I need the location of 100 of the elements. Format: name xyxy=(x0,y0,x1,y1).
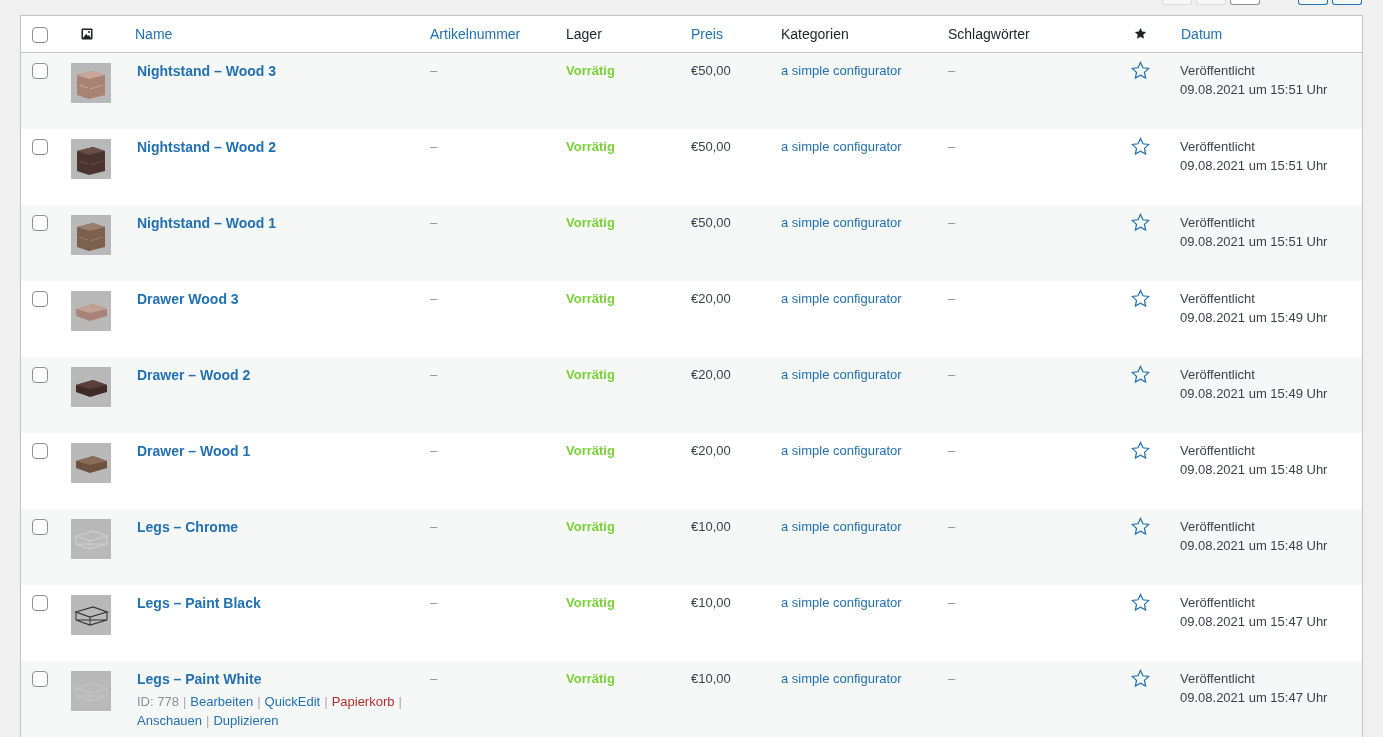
sku-text: – xyxy=(430,443,438,458)
date-text: 09.08.2021 um 15:47 Uhr xyxy=(1180,690,1329,705)
row-action-link[interactable]: Bearbeiten xyxy=(190,694,254,709)
date-text: 09.08.2021 um 15:51 Uhr xyxy=(1180,234,1329,249)
publish-status: Veröffentlicht xyxy=(1180,595,1256,610)
price-text: €50,00 xyxy=(691,215,731,230)
product-id: ID: 778 xyxy=(137,694,179,709)
pagination-button[interactable] xyxy=(1298,0,1328,5)
price-text: €10,00 xyxy=(691,595,731,610)
pagination-button[interactable] xyxy=(1230,0,1260,5)
product-name-link[interactable]: Drawer Wood 3 xyxy=(137,291,239,307)
date-text: 09.08.2021 um 15:51 Uhr xyxy=(1180,82,1329,97)
price-text: €10,00 xyxy=(691,671,731,686)
category-link[interactable]: a simple configurator xyxy=(781,291,902,306)
column-header: Kategorien xyxy=(781,26,849,42)
publish-status: Veröffentlicht xyxy=(1180,291,1256,306)
tags-text: – xyxy=(948,595,956,610)
publish-status: Veröffentlicht xyxy=(1180,671,1256,686)
publish-status: Veröffentlicht xyxy=(1180,139,1256,154)
checkbox[interactable] xyxy=(32,27,48,43)
pagination-button[interactable] xyxy=(1332,0,1362,5)
category-link[interactable]: a simple configurator xyxy=(781,595,902,610)
column-header-link[interactable]: Name xyxy=(135,26,173,42)
tags-text: – xyxy=(948,367,956,382)
checkbox[interactable] xyxy=(32,595,48,611)
star-icon[interactable] xyxy=(1130,593,1150,612)
star-icon[interactable] xyxy=(1130,213,1150,232)
tags-text: – xyxy=(948,443,956,458)
column-header-link[interactable]: Artikelnummer xyxy=(430,26,521,42)
publish-status: Veröffentlicht xyxy=(1180,519,1256,534)
category-link[interactable]: a simple configurator xyxy=(781,215,902,230)
checkbox[interactable] xyxy=(32,215,48,231)
price-text: €50,00 xyxy=(691,63,731,78)
category-link[interactable]: a simple configurator xyxy=(781,139,902,154)
star-icon[interactable] xyxy=(1130,289,1150,308)
star-icon[interactable] xyxy=(1130,517,1150,536)
checkbox[interactable] xyxy=(32,63,48,79)
product-name-link[interactable]: Legs – Chrome xyxy=(137,519,239,535)
product-name-link[interactable]: Legs – Paint White xyxy=(137,671,262,687)
product-name-link[interactable]: Nightstand – Wood 3 xyxy=(137,63,276,79)
star-icon[interactable] xyxy=(1130,365,1150,384)
category-link[interactable]: a simple configurator xyxy=(781,443,902,458)
category-link[interactable]: a simple configurator xyxy=(781,671,902,686)
checkbox[interactable] xyxy=(32,519,48,535)
stock-status: Vorrätig xyxy=(566,519,615,534)
tags-text: – xyxy=(948,63,956,78)
product-name-link[interactable]: Legs – Paint Black xyxy=(137,595,261,611)
sku-text: – xyxy=(430,519,438,534)
star-icon[interactable] xyxy=(1130,441,1150,460)
sku-text: – xyxy=(430,139,438,154)
product-name-link[interactable]: Nightstand – Wood 1 xyxy=(137,215,276,231)
date-text: 09.08.2021 um 15:48 Uhr xyxy=(1180,462,1329,477)
trash-link[interactable]: Papierkorb xyxy=(331,694,395,709)
product-name-link[interactable]: Drawer – Wood 1 xyxy=(137,443,251,459)
price-text: €20,00 xyxy=(691,443,731,458)
checkbox[interactable] xyxy=(32,443,48,459)
category-link[interactable]: a simple configurator xyxy=(781,519,902,534)
tags-text: – xyxy=(948,671,956,686)
separator: | xyxy=(206,713,210,728)
date-text: 09.08.2021 um 15:48 Uhr xyxy=(1180,538,1329,553)
separator: | xyxy=(324,694,328,709)
tags-text: – xyxy=(948,215,956,230)
column-header-link[interactable]: Preis xyxy=(691,26,723,42)
checkbox[interactable] xyxy=(32,139,48,155)
column-header-link[interactable]: Datum xyxy=(1181,26,1223,42)
price-text: €10,00 xyxy=(691,519,731,534)
publish-status: Veröffentlicht xyxy=(1180,215,1256,230)
stock-status: Vorrätig xyxy=(566,215,615,230)
publish-status: Veröffentlicht xyxy=(1180,63,1256,78)
checkbox[interactable] xyxy=(32,291,48,307)
category-link[interactable]: a simple configurator xyxy=(781,367,902,382)
star-icon[interactable] xyxy=(1130,61,1150,80)
row-action-link[interactable]: Anschauen xyxy=(137,713,203,728)
stock-status: Vorrätig xyxy=(566,291,615,306)
sku-text: – xyxy=(430,367,438,382)
checkbox[interactable] xyxy=(32,367,48,383)
tags-text: – xyxy=(948,519,956,534)
price-text: €20,00 xyxy=(691,367,731,382)
stock-status: Vorrätig xyxy=(566,139,615,154)
stock-status: Vorrätig xyxy=(566,367,615,382)
star-icon[interactable] xyxy=(1130,137,1150,156)
row-action-link[interactable]: Duplizieren xyxy=(213,713,279,728)
date-text: 09.08.2021 um 15:49 Uhr xyxy=(1180,310,1329,325)
stock-status: Vorrätig xyxy=(566,443,615,458)
checkbox[interactable] xyxy=(32,671,48,687)
star-icon[interactable] xyxy=(1130,669,1150,688)
category-link[interactable]: a simple configurator xyxy=(781,63,902,78)
featured-star-icon xyxy=(1133,27,1147,40)
separator: | xyxy=(182,694,187,709)
tags-text: – xyxy=(948,139,956,154)
date-text: 09.08.2021 um 15:49 Uhr xyxy=(1180,386,1329,401)
sku-text: – xyxy=(430,595,438,610)
date-text: 09.08.2021 um 15:51 Uhr xyxy=(1180,158,1329,173)
stock-status: Vorrätig xyxy=(566,63,615,78)
publish-status: Veröffentlicht xyxy=(1180,367,1256,382)
product-name-link[interactable]: Nightstand – Wood 2 xyxy=(137,139,276,155)
price-text: €20,00 xyxy=(691,291,731,306)
product-name-link[interactable]: Drawer – Wood 2 xyxy=(137,367,251,383)
row-action-link[interactable]: QuickEdit xyxy=(264,694,321,709)
stock-status: Vorrätig xyxy=(566,671,615,686)
